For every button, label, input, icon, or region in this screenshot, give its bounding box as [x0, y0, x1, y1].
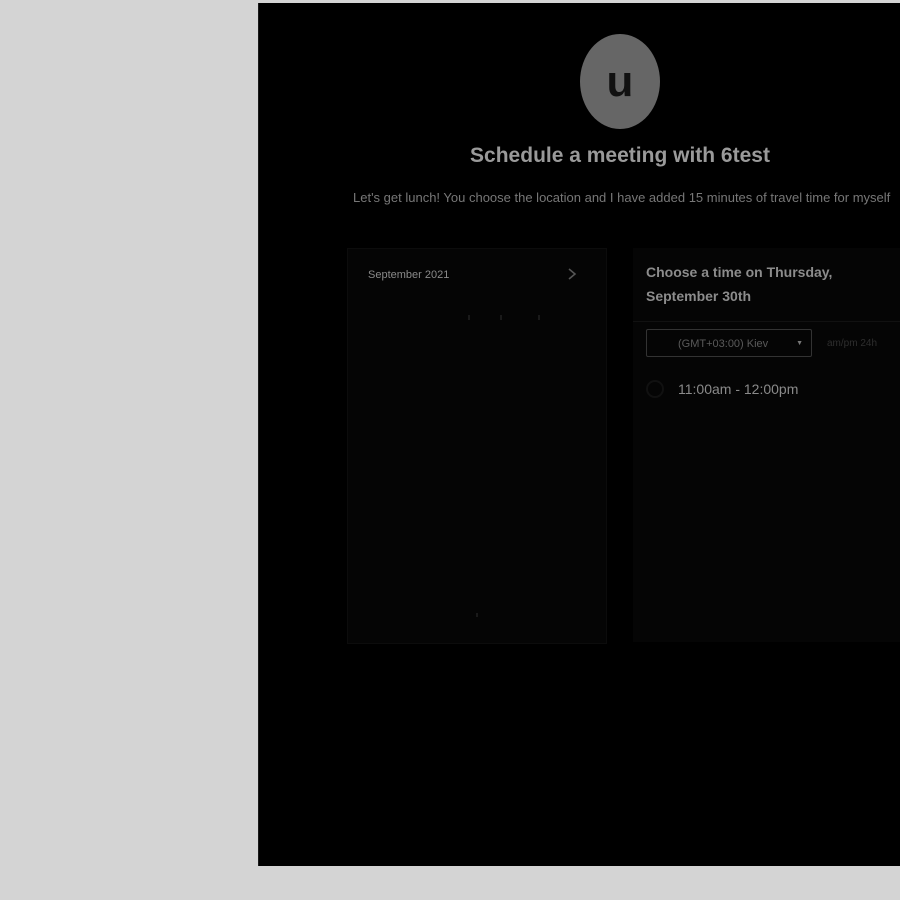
- avatar-initial: u: [606, 56, 634, 106]
- calendar-weekday-marks: [468, 315, 558, 321]
- booking-panel: u Schedule a meeting with 6test Let's ge…: [258, 3, 900, 866]
- time-format-toggle[interactable]: am/pm 24h: [827, 338, 877, 349]
- calendar-mark: [476, 613, 478, 617]
- calendar-month-label: September 2021: [368, 269, 450, 281]
- next-month-arrow: [568, 268, 577, 280]
- time-slot-label: 11:00am - 12:00pm: [678, 381, 799, 397]
- divider: [633, 321, 900, 322]
- time-picker-heading: Choose a time on Thursday, September 30t…: [646, 264, 833, 304]
- calendar-mark: [500, 315, 502, 320]
- chevron-right-icon[interactable]: [562, 267, 582, 287]
- time-slot[interactable]: 11:00am - 12:00pm: [646, 378, 798, 400]
- meeting-description: Let's get lunch! You choose the location…: [353, 190, 891, 205]
- timezone-select[interactable]: (GMT+03:00) Kiev ▼: [646, 329, 812, 357]
- calendar-card: September 2021: [347, 248, 607, 644]
- caret-down-icon: ▼: [796, 340, 803, 347]
- radio-icon[interactable]: [646, 380, 664, 398]
- time-picker-card: Choose a time on Thursday, September 30t…: [633, 248, 900, 642]
- calendar-mark: [468, 315, 470, 320]
- avatar: u: [580, 34, 660, 129]
- page-title: Schedule a meeting with 6test: [470, 144, 770, 167]
- calendar-mark: [538, 315, 540, 320]
- timezone-value: (GMT+03:00) Kiev: [678, 338, 769, 350]
